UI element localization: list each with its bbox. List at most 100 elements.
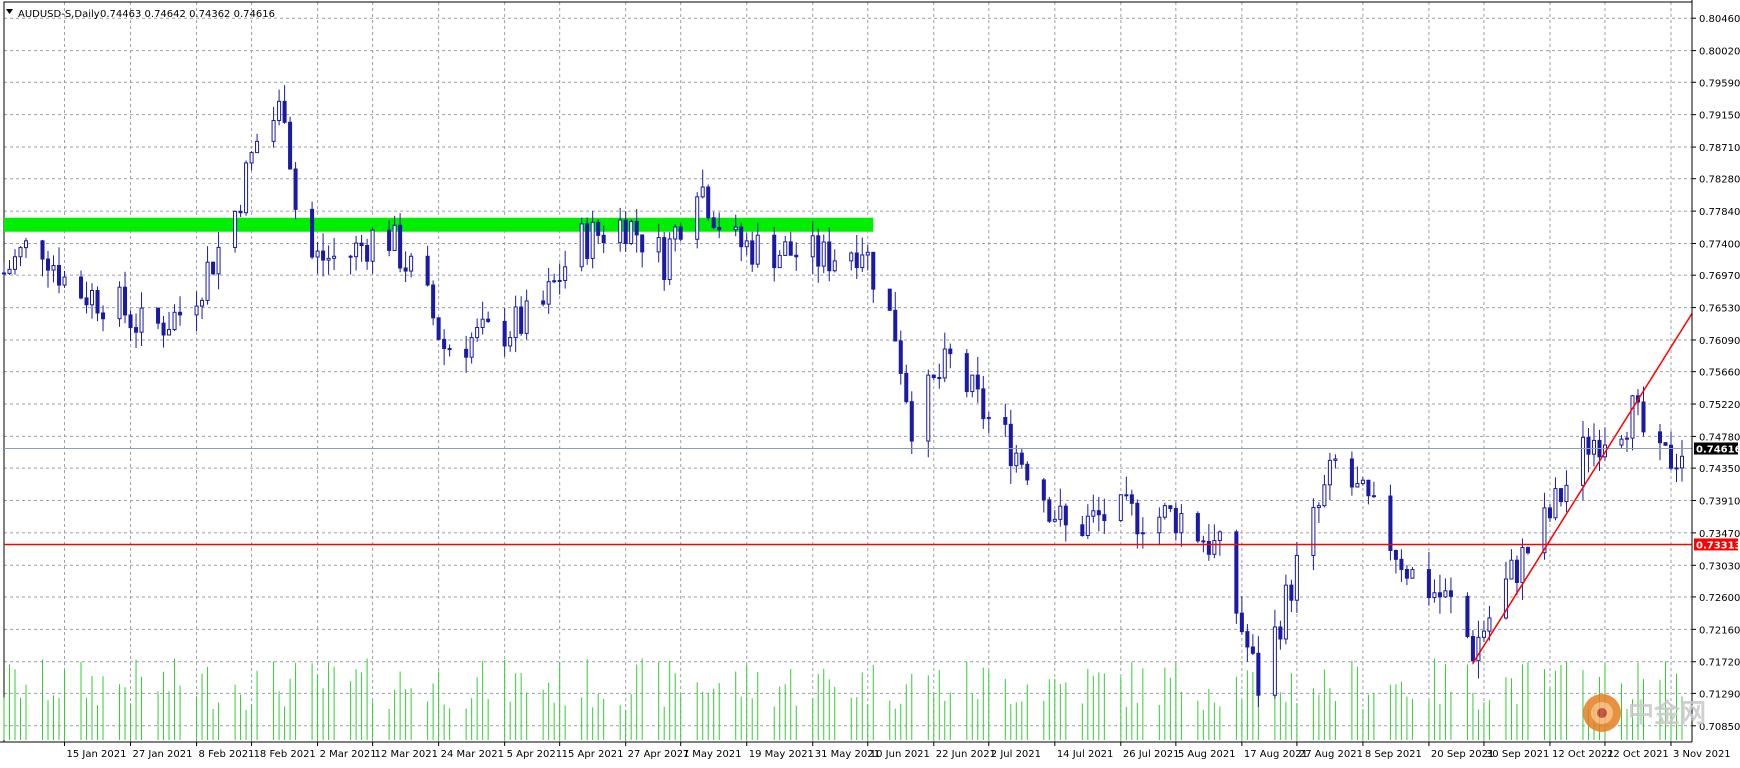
candle[interactable] [783,241,788,256]
candle[interactable] [777,254,782,269]
candle[interactable] [629,220,634,245]
candle[interactable] [634,220,639,236]
candle[interactable] [277,100,282,121]
candle[interactable] [1162,505,1167,518]
candle[interactable] [156,307,161,324]
candle[interactable] [469,337,474,358]
candle[interactable] [1003,417,1008,425]
candle[interactable] [216,246,221,275]
candle[interactable] [673,226,678,240]
candle[interactable] [431,284,436,319]
candle[interactable] [62,276,67,286]
candle[interactable] [860,254,865,269]
candle[interactable] [1432,592,1437,599]
candle[interactable] [249,152,254,164]
candle[interactable] [1019,452,1024,465]
candle[interactable] [513,306,518,339]
candle[interactable] [321,250,326,261]
candle[interactable] [244,162,249,214]
candle[interactable] [1393,549,1398,560]
candle[interactable] [541,300,546,305]
candle[interactable] [717,226,722,231]
candle[interactable] [1283,584,1288,640]
candle[interactable] [893,309,898,342]
candle[interactable] [464,348,469,358]
candle[interactable] [1272,626,1277,696]
candle[interactable] [79,276,84,299]
candle[interactable] [964,353,969,393]
candle[interactable] [810,235,815,258]
candle[interactable] [200,299,205,307]
candle[interactable] [57,264,62,286]
candle[interactable] [1256,652,1261,696]
candle[interactable] [1630,395,1635,439]
candle[interactable] [1041,479,1046,501]
candle[interactable] [117,286,122,320]
candle[interactable] [1349,458,1354,488]
candle[interactable] [1091,510,1096,517]
candle[interactable] [12,256,18,270]
candle[interactable] [700,186,705,198]
candle[interactable] [1080,524,1085,537]
candle[interactable] [1311,507,1316,556]
candle[interactable] [794,254,799,258]
candle[interactable] [475,326,480,339]
candle[interactable] [1619,438,1624,446]
candle[interactable] [1173,507,1178,534]
candle[interactable] [986,417,991,420]
candle[interactable] [101,312,106,320]
candle[interactable] [706,186,711,219]
candle[interactable] [51,264,56,271]
candle[interactable] [1371,495,1376,498]
candle[interactable] [981,388,986,420]
candle[interactable] [926,374,931,442]
candle[interactable] [678,226,683,240]
candle[interactable] [442,338,447,350]
candle[interactable] [563,266,568,281]
candle[interactable] [508,337,513,347]
candle[interactable] [772,234,777,269]
candle[interactable] [750,240,755,265]
candle[interactable] [909,401,914,442]
candle[interactable] [1217,531,1222,542]
candle[interactable] [205,261,210,301]
candle[interactable] [211,261,216,275]
candle[interactable] [1140,532,1145,535]
candle[interactable] [134,327,139,333]
candle[interactable] [293,168,298,210]
candle[interactable] [623,219,628,245]
candle[interactable] [887,288,892,311]
candle[interactable] [1663,442,1668,446]
candle[interactable] [1355,483,1360,488]
candle[interactable] [1294,554,1299,601]
candle[interactable] [1360,479,1365,485]
candle[interactable] [1195,513,1200,542]
candle[interactable] [1657,431,1663,444]
candle[interactable] [123,286,128,316]
candle[interactable] [1322,484,1327,507]
mt4-chart-window[interactable]: 0.80460 0.80020 0.79590 0.79150 0.78710 0.782… [0,0,1740,764]
candle[interactable] [1679,455,1685,469]
candle[interactable] [387,229,392,251]
candle[interactable] [557,279,562,282]
candle[interactable] [409,255,414,272]
candle[interactable] [436,317,441,340]
candle[interactable] [238,210,243,214]
candle[interactable] [1591,439,1596,455]
candle[interactable] [1448,590,1453,597]
candle[interactable] [904,372,909,403]
candle[interactable] [23,240,29,249]
candle[interactable] [1118,494,1123,522]
candle[interactable] [447,348,452,351]
candle[interactable] [255,140,260,154]
candle[interactable] [1558,488,1563,503]
candle[interactable] [948,348,953,355]
candle[interactable] [84,297,89,306]
candle[interactable] [942,348,947,379]
candle[interactable] [359,242,364,247]
candle[interactable] [1135,502,1140,535]
candle[interactable] [596,221,601,236]
candle[interactable] [1025,463,1030,481]
candle[interactable] [1085,515,1090,537]
candle[interactable] [178,311,183,316]
